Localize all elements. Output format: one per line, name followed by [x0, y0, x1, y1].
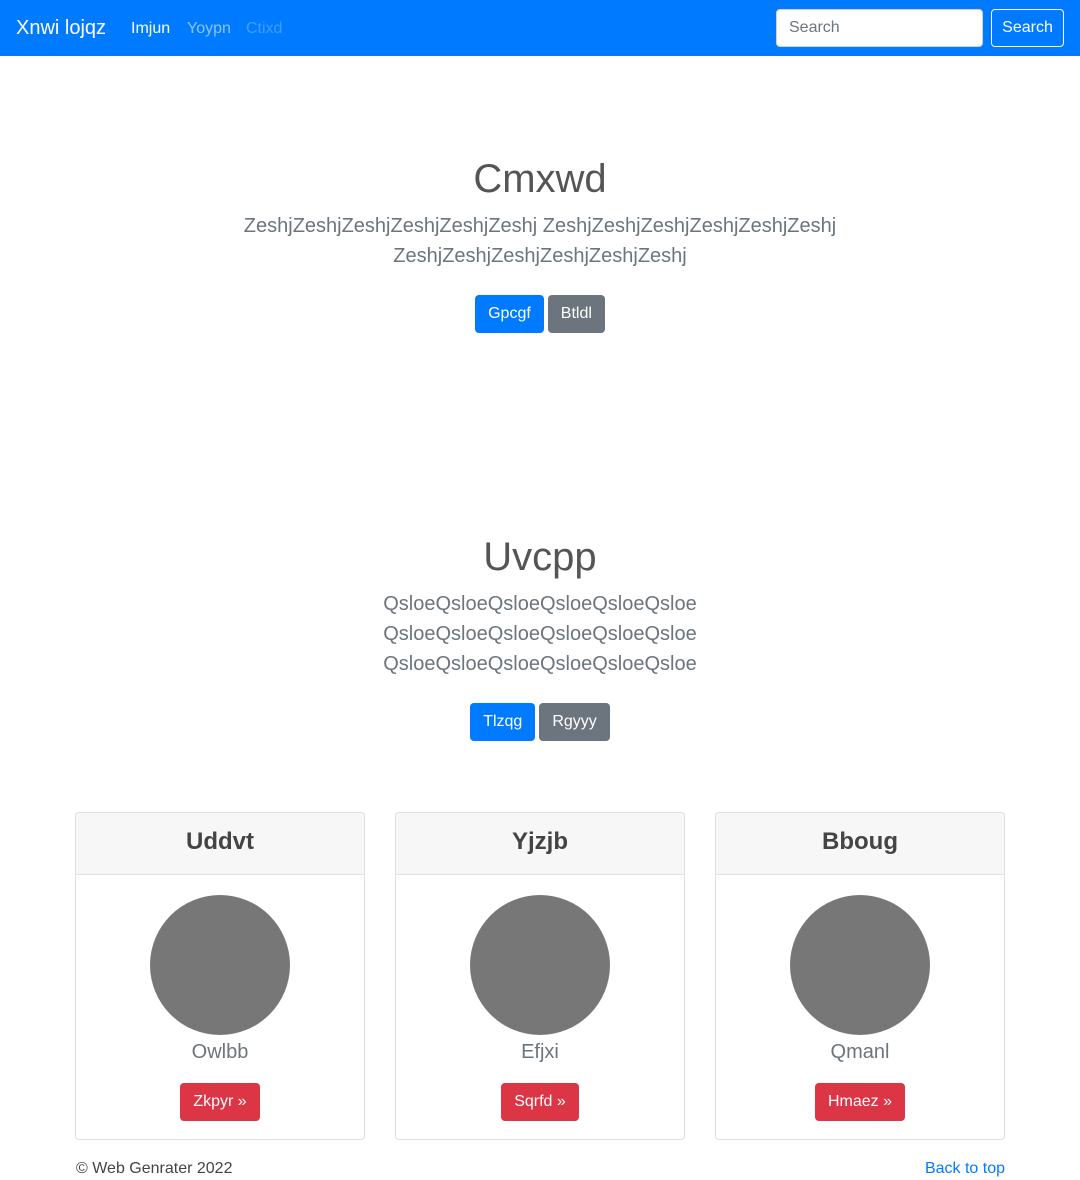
card-action-button[interactable]: Zkpyr » — [180, 1083, 260, 1121]
card-header: Uddvt — [76, 813, 364, 875]
hero-buttons: Gpcgf Btldl — [0, 295, 1080, 333]
avatar-placeholder — [790, 895, 930, 1035]
card-uddvt: Uddvt Owlbb Zkpyr » — [75, 812, 365, 1140]
hero-section-2: Uvcpp QsloeQsloeQsloeQsloeQsloeQsloe Qsl… — [0, 533, 1080, 741]
navbar: Xnwi lojqz Imjun Yoypn Ctixd Search — [0, 0, 1080, 56]
footer-copyright: © Web Genrater 2022 — [76, 1160, 233, 1177]
hero-lead: ZeshjZeshjZeshjZeshjZeshjZeshj ZeshjZesh… — [243, 215, 837, 267]
hero-primary-button[interactable]: Gpcgf — [475, 295, 544, 333]
nav-link-ctixd[interactable]: Ctixd — [246, 18, 282, 40]
hero-title: Cmxwd — [473, 157, 607, 201]
hero-section-1: Cmxwd ZeshjZeshjZeshjZeshjZeshjZeshj Zes… — [0, 155, 1080, 333]
hero-secondary-button[interactable]: Btldl — [547, 295, 605, 333]
avatar-placeholder — [470, 895, 610, 1035]
card-header: Yjzjb — [396, 813, 684, 875]
hero-title: Uvcpp — [483, 535, 597, 579]
search-button[interactable]: Search — [991, 9, 1064, 47]
card-action-button[interactable]: Hmaez » — [814, 1083, 906, 1121]
card-action-button[interactable]: Sqrfd » — [501, 1083, 579, 1121]
navbar-brand[interactable]: Xnwi lojqz — [16, 14, 106, 42]
hero-secondary-button[interactable]: Rgyyy — [539, 703, 610, 741]
card-bboug: Bboug Qmanl Hmaez » — [715, 812, 1005, 1140]
search-input[interactable] — [776, 9, 983, 47]
card-name: Efjxi — [521, 1041, 559, 1063]
card-header: Bboug — [716, 813, 1004, 875]
nav-link-imjun[interactable]: Imjun — [131, 18, 170, 40]
card-yjzjb: Yjzjb Efjxi Sqrfd » — [395, 812, 685, 1140]
hero-buttons: Tlzqg Rgyyy — [0, 703, 1080, 741]
hero-primary-button[interactable]: Tlzqg — [470, 703, 536, 741]
hero-lead: QsloeQsloeQsloeQsloeQsloeQsloe QsloeQslo… — [383, 593, 697, 675]
back-to-top-link[interactable]: Back to top — [925, 1159, 1005, 1179]
nav-link-yoypn[interactable]: Yoypn — [187, 18, 231, 40]
card-name: Owlbb — [191, 1041, 249, 1063]
avatar-placeholder — [150, 895, 290, 1035]
card-name: Qmanl — [830, 1041, 890, 1063]
